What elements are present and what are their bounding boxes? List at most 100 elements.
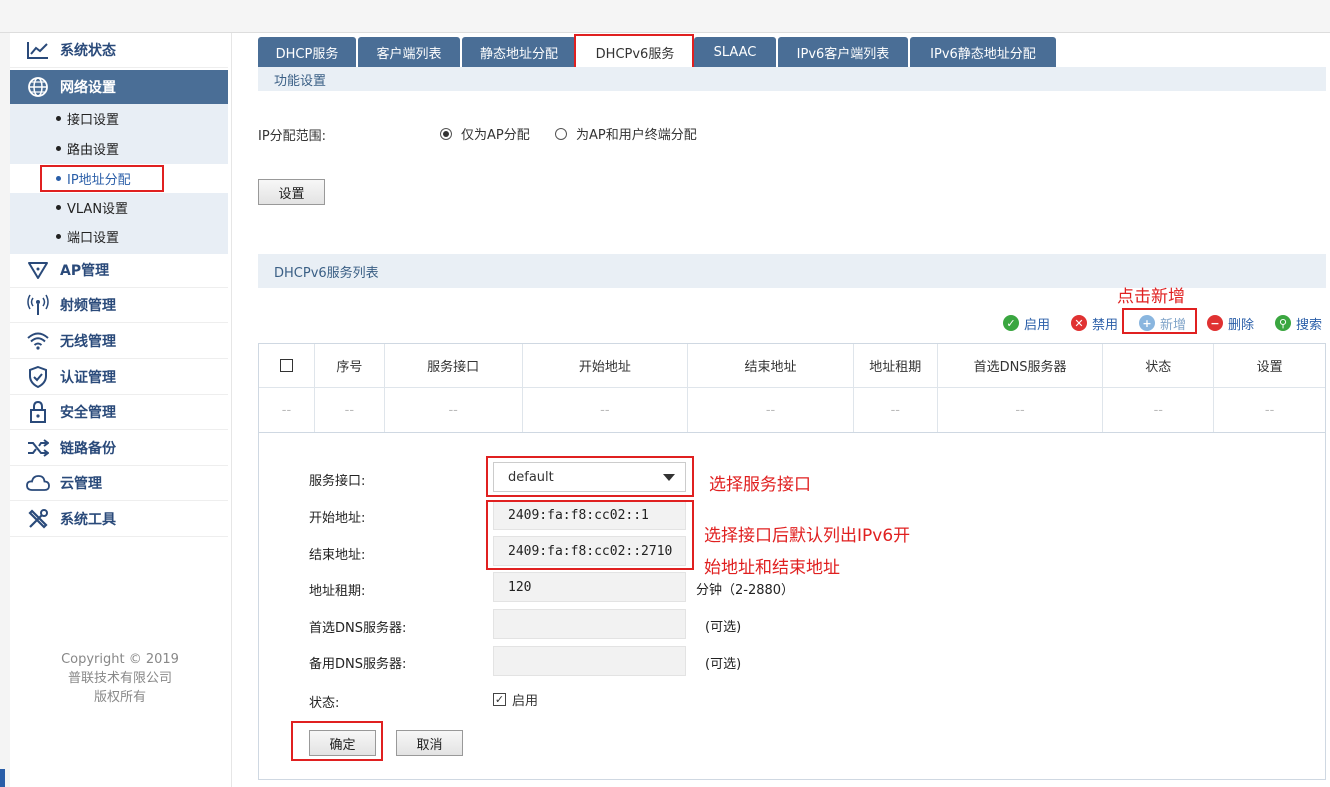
status-value: 启用 <box>512 694 539 709</box>
range-label: IP分配范围: <box>258 129 327 144</box>
menu-system-status[interactable]: 系统状态 <box>10 33 228 68</box>
annotation-box-ok <box>291 721 383 761</box>
submenu-port[interactable]: 端口设置 <box>10 222 228 251</box>
menu-radio-management[interactable]: 射频管理 <box>10 288 228 323</box>
set-button[interactable]: 设置 <box>258 179 325 205</box>
lock-icon <box>26 400 50 424</box>
shield-icon <box>26 365 50 389</box>
enable-button[interactable]: ✓ 启用 <box>1003 313 1050 333</box>
tab-ipv6-static[interactable]: IPv6静态地址分配 <box>910 37 1056 67</box>
radio-label: 仅为AP分配 <box>461 128 530 143</box>
dns2-label: 备用DNS服务器: <box>309 657 407 672</box>
table-cell: -- <box>688 388 854 432</box>
search-button[interactable]: ⚲ 搜索 <box>1275 313 1322 333</box>
tool-label: 启用 <box>1024 317 1051 333</box>
shuffle-icon <box>26 436 50 460</box>
bullet-icon <box>56 234 61 239</box>
table-cell: -- <box>315 388 385 432</box>
dns1-label: 首选DNS服务器: <box>309 621 407 636</box>
menu-ap-management[interactable]: AP管理 <box>10 253 228 288</box>
radio-ap-and-clients[interactable]: 为AP和用户终端分配 <box>555 124 697 143</box>
menu-link-backup[interactable]: 链路备份 <box>10 431 228 466</box>
submenu-label: 端口设置 <box>67 231 120 246</box>
bullet-icon <box>56 146 61 151</box>
col-end-address: 结束地址 <box>688 344 854 387</box>
tool-label: 删除 <box>1228 317 1255 333</box>
menu-system-tools[interactable]: 系统工具 <box>10 502 228 537</box>
menu-label: 安全管理 <box>60 405 116 421</box>
menu-auth-management[interactable]: 认证管理 <box>10 360 228 395</box>
chart-line-icon <box>26 38 50 62</box>
func-section-title: 功能设置 <box>258 67 1326 91</box>
search-icon: ⚲ <box>1275 315 1291 331</box>
annotation-default-line2: 始地址和结束地址 <box>704 558 840 578</box>
dhcpv6-table: 序号 服务接口 开始地址 结束地址 地址租期 首选DNS服务器 状态 设置 --… <box>258 343 1326 433</box>
left-edge <box>0 33 10 787</box>
menu-label: 射频管理 <box>60 298 116 314</box>
col-index: 序号 <box>315 344 385 387</box>
annotation-box-add <box>1122 308 1197 334</box>
status-label: 状态: <box>309 696 340 711</box>
tab-client-list[interactable]: 客户端列表 <box>358 37 460 67</box>
tab-slaac[interactable]: SLAAC <box>694 37 776 67</box>
delete-button[interactable]: − 删除 <box>1207 313 1254 333</box>
bullet-icon <box>56 205 61 210</box>
tab-dhcp[interactable]: DHCP服务 <box>258 37 356 67</box>
x-circle-icon: ✕ <box>1071 315 1087 331</box>
table-row: -- -- -- -- -- -- -- -- -- <box>259 388 1325 432</box>
lease-label: 地址租期: <box>309 584 366 599</box>
annotation-box-ip-allocation <box>40 165 164 192</box>
col-settings: 设置 <box>1256 360 1283 375</box>
col-interface: 服务接口 <box>385 344 523 387</box>
dns2-input[interactable] <box>493 646 686 676</box>
col-lease: 地址租期 <box>854 344 938 387</box>
tab-ipv6-client-list[interactable]: IPv6客户端列表 <box>778 37 908 67</box>
dns1-optional: (可选) <box>705 620 742 635</box>
menu-wireless-management[interactable]: 无线管理 <box>10 324 228 359</box>
menu-cloud-management[interactable]: 云管理 <box>10 466 228 501</box>
cancel-button[interactable]: 取消 <box>396 730 463 756</box>
menu-label: AP管理 <box>60 263 110 279</box>
tool-label: 禁用 <box>1092 317 1119 333</box>
table-cell: -- <box>854 388 938 432</box>
table-cell: -- <box>1103 388 1215 432</box>
table-cell: -- <box>1264 402 1275 418</box>
tool-label: 搜索 <box>1296 317 1323 333</box>
menu-label: 无线管理 <box>60 334 116 350</box>
submenu-label: 接口设置 <box>67 113 120 128</box>
cloud-icon <box>26 471 50 495</box>
sidebar: 系统状态 网络设置 接口设置 路由设置 IP地址分配 VLAN设置 端口设置 A… <box>10 33 232 787</box>
menu-label: 云管理 <box>60 476 102 492</box>
end-label: 结束地址: <box>309 548 366 563</box>
dns1-input[interactable] <box>493 609 686 639</box>
check-circle-icon: ✓ <box>1003 315 1019 331</box>
menu-network-settings[interactable]: 网络设置 <box>10 70 228 105</box>
menu-label: 系统工具 <box>60 512 116 528</box>
minus-circle-icon: − <box>1207 315 1223 331</box>
radio-ap-only[interactable]: 仅为AP分配 <box>440 124 530 143</box>
submenu-label: 路由设置 <box>67 143 120 158</box>
top-bar <box>0 0 1330 33</box>
lease-input[interactable]: 120 <box>493 572 686 602</box>
submenu-label: VLAN设置 <box>67 202 129 217</box>
disable-button[interactable]: ✕ 禁用 <box>1071 313 1118 333</box>
table-cell: -- <box>385 388 523 432</box>
col-start-address: 开始地址 <box>523 344 689 387</box>
submenu-vlan[interactable]: VLAN设置 <box>10 193 228 222</box>
start-label: 开始地址: <box>309 511 366 526</box>
submenu-interface[interactable]: 接口设置 <box>10 104 228 133</box>
edge-marker <box>0 769 5 787</box>
ap-icon <box>26 258 50 282</box>
menu-label: 系统状态 <box>60 43 116 59</box>
copyright-line: 版权所有 <box>93 690 146 705</box>
menu-security-management[interactable]: 安全管理 <box>10 395 228 430</box>
select-all-checkbox[interactable] <box>259 344 315 387</box>
tab-static-allocation[interactable]: 静态地址分配 <box>462 37 576 67</box>
lease-unit: 分钟（2-2880） <box>696 583 795 598</box>
bullet-icon <box>56 116 61 121</box>
status-checkbox[interactable]: ✓ 启用 <box>493 690 538 709</box>
radio-checked-icon <box>440 127 452 140</box>
col-dns: 首选DNS服务器 <box>938 344 1104 387</box>
submenu-routing[interactable]: 路由设置 <box>10 134 228 163</box>
copyright: Copyright © 2019 普联技术有限公司 版权所有 <box>20 650 220 707</box>
